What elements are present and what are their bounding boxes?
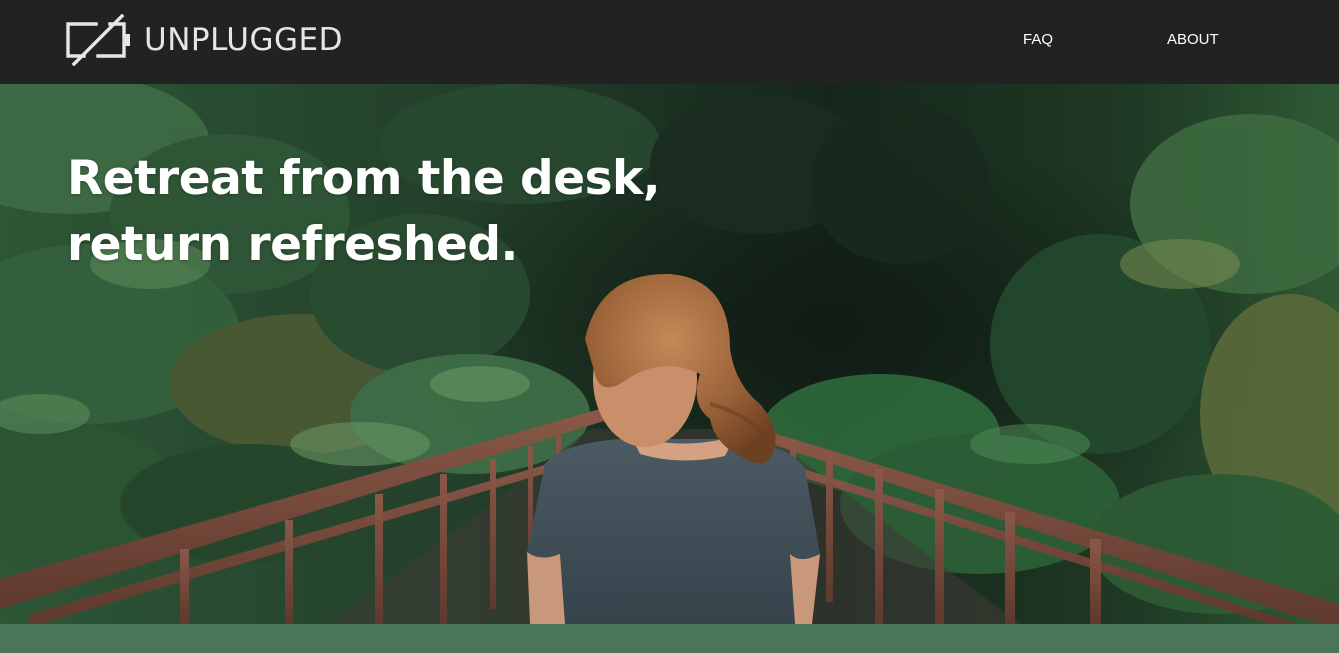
hero-headline: Retreat from the desk, return refreshed. (67, 146, 661, 278)
hero-section: Retreat from the desk, return refreshed. (0, 84, 1339, 624)
unplugged-battery-icon (66, 14, 130, 66)
green-section-band (0, 624, 1339, 653)
hero-headline-line-1: Retreat from the desk, (67, 151, 661, 206)
hero-headline-line-2: return refreshed. (67, 217, 518, 272)
nav-faq-link[interactable]: FAQ (1023, 31, 1053, 49)
brand-logo-link[interactable]: UNPLUGGED (66, 14, 343, 66)
nav-about-link[interactable]: ABOUT (1167, 31, 1219, 49)
brand-name: UNPLUGGED (144, 22, 343, 58)
navbar: UNPLUGGED FAQ ABOUT (0, 0, 1339, 84)
